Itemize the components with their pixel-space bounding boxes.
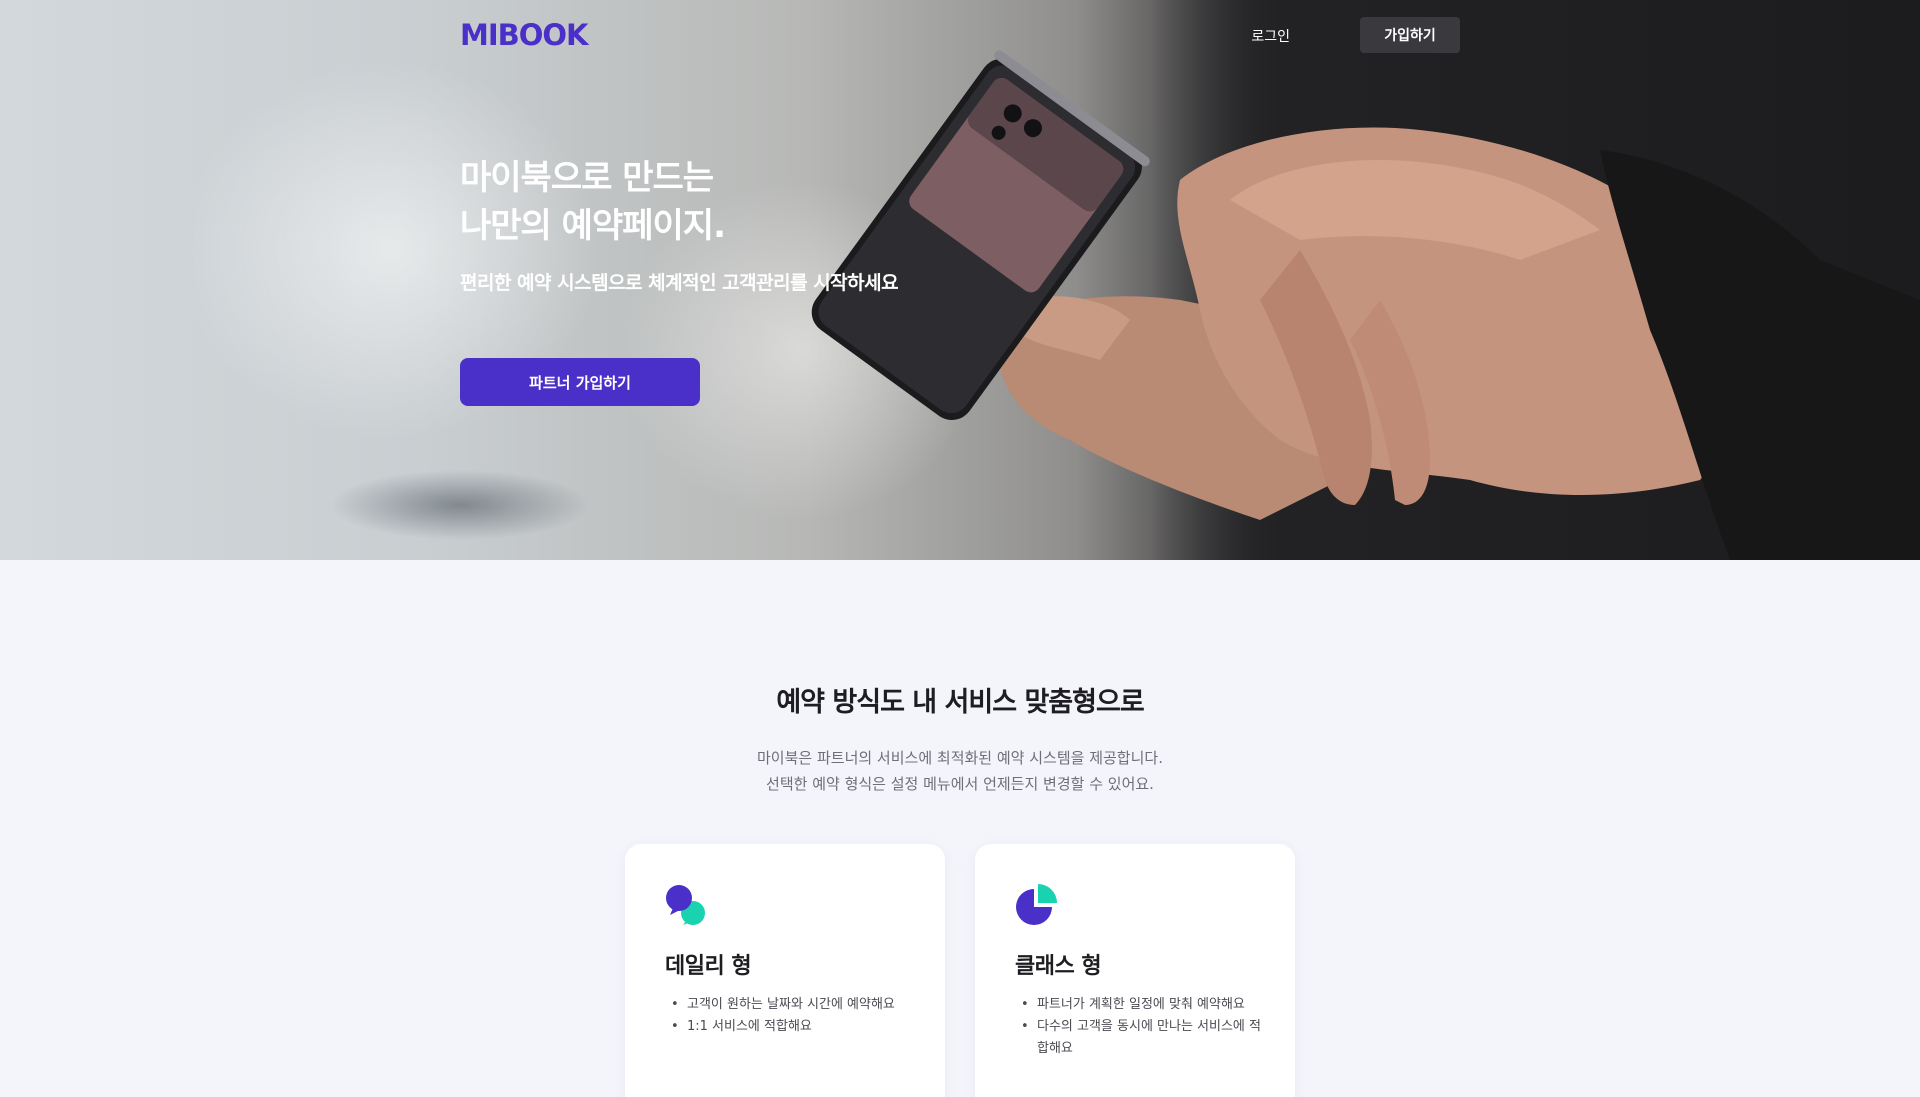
pie-chart-icon — [1016, 884, 1057, 925]
top-navigation: MIBOOK 로그인 가입하기 — [460, 14, 1460, 56]
partner-signup-button[interactable]: 파트너 가입하기 — [460, 358, 700, 406]
card-title: 데일리 형 — [665, 954, 752, 979]
hero-title-line: 나만의 예약페이지. — [460, 206, 726, 246]
card-feature-list: 고객이 원하는 날짜와 시간에 예약해요 1:1 서비스에 적합해요 — [665, 994, 915, 1038]
section-description: 마이북은 파트너의 서비스에 최적화된 예약 시스템을 제공합니다. 선택한 예… — [0, 745, 1920, 797]
chat-bubbles-icon — [666, 885, 705, 925]
hands-holding-phone-image — [811, 50, 1920, 560]
list-item: 다수의 고객을 동시에 만나는 서비스에 적합해요 — [1015, 1016, 1265, 1060]
login-link[interactable]: 로그인 — [1251, 26, 1290, 46]
section-description-line: 선택한 예약 형식은 설정 메뉴에서 언제든지 변경할 수 있어요. — [766, 775, 1154, 793]
list-item: 파트너가 계획한 일정에 맞춰 예약해요 — [1015, 994, 1265, 1016]
section-description-line: 마이북은 파트너의 서비스에 최적화된 예약 시스템을 제공합니다. — [757, 749, 1163, 767]
mibook-logo[interactable]: MIBOOK — [460, 18, 589, 52]
hero-title-line: 마이북으로 만드는 — [460, 158, 714, 198]
signup-button[interactable]: 가입하기 — [1360, 17, 1460, 53]
hero-title: 마이북으로 만드는 나만의 예약페이지. — [460, 154, 726, 250]
list-item: 고객이 원하는 날짜와 시간에 예약해요 — [665, 994, 915, 1016]
card-feature-list: 파트너가 계획한 일정에 맞춰 예약해요 다수의 고객을 동시에 만나는 서비스… — [1015, 994, 1265, 1060]
card-title: 클래스 형 — [1015, 954, 1102, 979]
hero-banner: MIBOOK 로그인 가입하기 마이북으로 만드는 나만의 예약페이지. 편리한… — [0, 0, 1920, 560]
section-title: 예약 방식도 내 서비스 맞춤형으로 — [776, 687, 1144, 718]
list-item: 1:1 서비스에 적합해요 — [665, 1016, 915, 1038]
hero-subtitle: 편리한 예약 시스템으로 체계적인 고객관리를 시작하세요 — [460, 272, 899, 294]
daily-type-card[interactable]: 데일리 형 고객이 원하는 날짜와 시간에 예약해요 1:1 서비스에 적합해요 — [625, 844, 945, 1097]
class-type-card[interactable]: 클래스 형 파트너가 계획한 일정에 맞춰 예약해요 다수의 고객을 동시에 만… — [975, 844, 1295, 1097]
